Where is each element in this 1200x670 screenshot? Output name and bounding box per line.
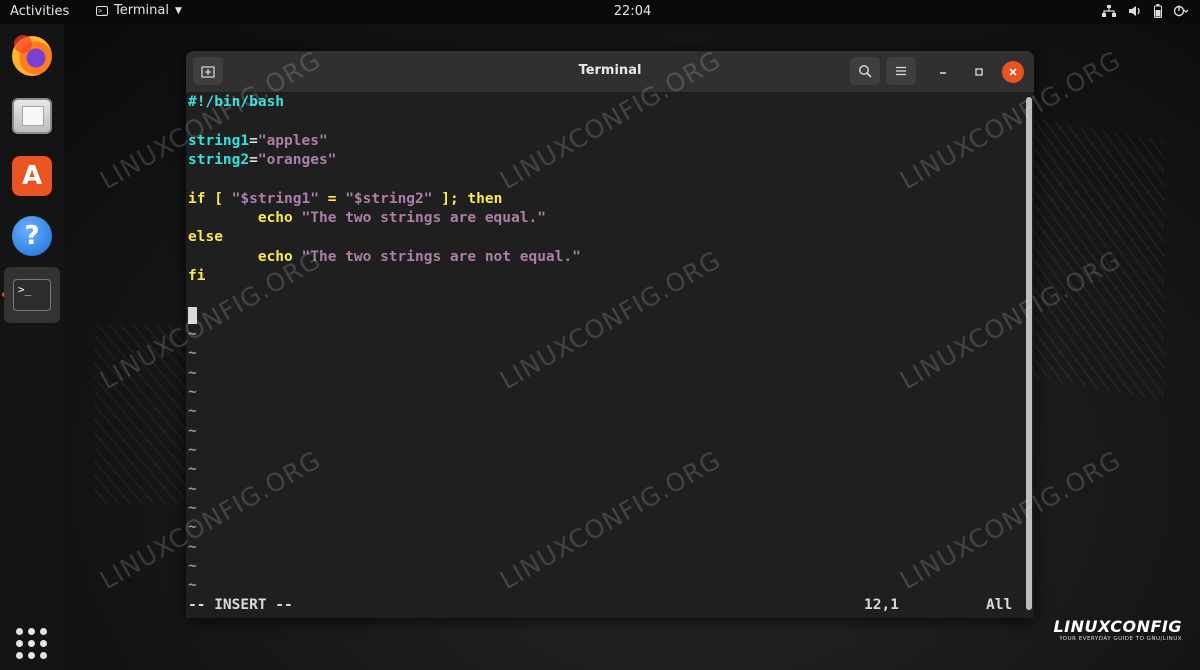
code-line: else <box>188 229 223 245</box>
dock-app-store[interactable]: A <box>8 152 56 200</box>
logo-tagline: YOUR EVERYDAY GUIDE TO GNU/LINUX <box>1059 636 1182 642</box>
system-tray[interactable] <box>1102 4 1189 21</box>
network-icon[interactable] <box>1102 5 1116 20</box>
close-icon <box>1009 68 1017 76</box>
empty-line-marker: ~ <box>188 384 197 400</box>
scroll-position: All <box>986 597 1013 613</box>
empty-line-marker: ~ <box>188 500 197 516</box>
empty-line-marker: ~ <box>188 519 197 535</box>
clock[interactable]: 22:04 <box>0 4 1200 19</box>
maximize-icon <box>975 68 983 76</box>
terminal-window: Terminal #!/bin/bash string1="apples" st… <box>186 51 1034 618</box>
show-applications-button[interactable] <box>16 628 48 660</box>
help-icon: ? <box>12 216 52 256</box>
vim-mode-indicator: -- INSERT -- <box>188 597 293 613</box>
dock-firefox[interactable] <box>8 32 56 80</box>
empty-line-marker: ~ <box>188 442 197 458</box>
code-line: string1="apples" <box>188 133 328 149</box>
empty-line-marker: ~ <box>188 558 197 574</box>
dock-files[interactable] <box>8 92 56 140</box>
terminal-scrollbar[interactable] <box>1026 97 1032 610</box>
dock-help[interactable]: ? <box>8 212 56 260</box>
code-line: string2="oranges" <box>188 152 337 168</box>
search-icon <box>859 65 872 78</box>
dock-terminal[interactable]: >_ <box>4 267 60 323</box>
minimize-button[interactable] <box>932 61 954 83</box>
files-icon <box>12 98 52 134</box>
terminal-content[interactable]: #!/bin/bash string1="apples" string2="or… <box>186 92 1034 618</box>
empty-line-marker: ~ <box>188 326 197 342</box>
close-button[interactable] <box>1002 61 1024 83</box>
empty-line-marker: ~ <box>188 423 197 439</box>
minimize-icon <box>940 72 946 74</box>
empty-line-marker: ~ <box>188 577 197 593</box>
search-button[interactable] <box>850 57 880 85</box>
code-line: echo "The two strings are not equal." <box>257 249 581 265</box>
cursor-position: 12,1 <box>864 597 899 613</box>
empty-line-marker: ~ <box>188 403 197 419</box>
hamburger-menu-icon <box>896 66 906 76</box>
desktop-screen: Activities >_ Terminal ▼ 22:04 A ? >_ Te… <box>0 0 1200 670</box>
code-line: if [ "$string1" = "$string2" ]; then <box>188 191 503 207</box>
maximize-button[interactable] <box>968 61 990 83</box>
window-headerbar: Terminal <box>186 51 1034 92</box>
dock: A ? >_ <box>0 24 64 670</box>
top-bar: Activities >_ Terminal ▼ 22:04 <box>0 0 1200 24</box>
empty-line-marker: ~ <box>188 481 197 497</box>
empty-line-marker: ~ <box>188 365 197 381</box>
code-line: #!/bin/bash <box>188 94 285 110</box>
code-line: fi <box>188 268 206 284</box>
empty-line-marker: ~ <box>188 539 197 555</box>
app-store-icon: A <box>12 156 52 196</box>
code-line: echo "The two strings are equal." <box>257 210 546 226</box>
logo-main: LINUXCONFIG <box>1053 617 1182 636</box>
power-menu-icon[interactable] <box>1173 5 1189 20</box>
menu-button[interactable] <box>886 57 916 85</box>
battery-icon[interactable] <box>1154 4 1162 21</box>
empty-line-marker: ~ <box>188 461 197 477</box>
firefox-icon <box>12 35 52 76</box>
volume-icon[interactable] <box>1128 5 1142 20</box>
empty-line-marker: ~ <box>188 345 197 361</box>
text-cursor <box>188 306 197 325</box>
terminal-icon: >_ <box>13 279 51 311</box>
linuxconfig-logo: LINUXCONFIG YOUR EVERYDAY GUIDE TO GNU/L… <box>1053 617 1182 642</box>
